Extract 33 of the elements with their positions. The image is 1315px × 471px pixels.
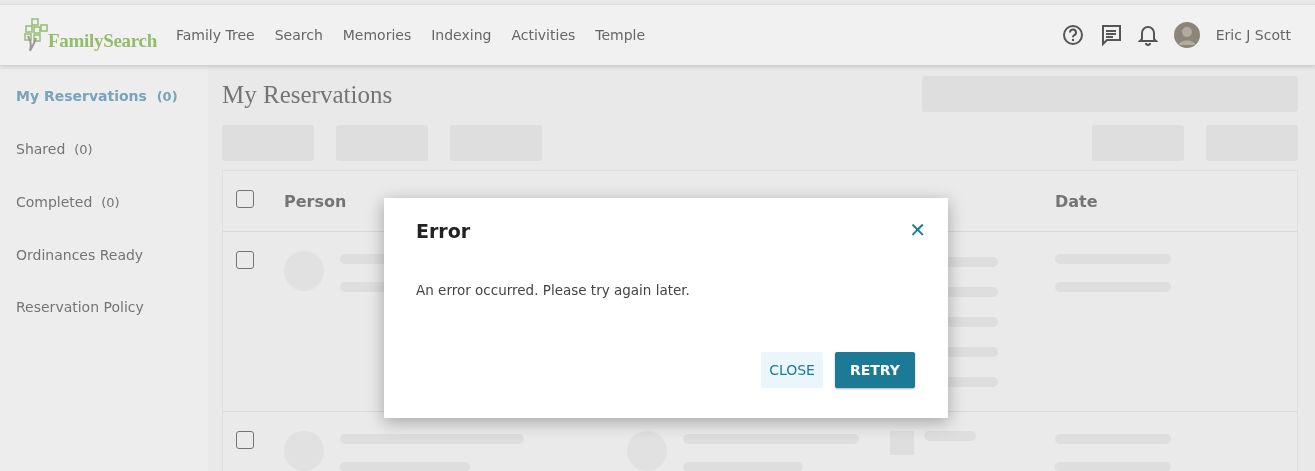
placeholder-bar: [946, 377, 998, 387]
avatar-icon[interactable]: [1173, 22, 1200, 48]
close-button[interactable]: CLOSE: [761, 352, 823, 388]
retry-button[interactable]: RETRY: [834, 352, 915, 388]
sidebar-item[interactable]: Reservation Policy: [0, 298, 208, 316]
close-button[interactable]: ✕: [907, 218, 928, 242]
placeholder-bar: [946, 347, 998, 357]
placeholder-bar: [946, 287, 998, 297]
checkbox[interactable]: [236, 431, 254, 449]
column-header[interactable]: Date: [1055, 191, 1098, 211]
column-header[interactable]: Person: [284, 191, 347, 211]
checkbox[interactable]: [236, 190, 254, 208]
bell-icon[interactable]: [1137, 24, 1158, 46]
chat-icon[interactable]: [1099, 24, 1122, 46]
user-name[interactable]: Eric J Scott: [1215, 27, 1291, 43]
checkbox[interactable]: [236, 251, 254, 269]
logo-text: FamilySearch: [48, 30, 157, 52]
nav-link[interactable]: Family Tree: [176, 27, 255, 43]
nav-link[interactable]: Temple: [595, 27, 646, 43]
sidebar-item[interactable]: Completed (0): [0, 193, 208, 212]
tree-logo-icon: [24, 18, 48, 52]
nav-link[interactable]: Search: [274, 27, 323, 43]
error-message: An error occurred. Please try again later.: [416, 282, 691, 298]
nav-link[interactable]: Memories: [342, 27, 412, 43]
sidebar-item[interactable]: Ordinances Ready: [0, 246, 208, 264]
placeholder-bar: [946, 257, 998, 267]
page-title: My Reservations: [222, 81, 393, 109]
nav-link[interactable]: Indexing: [431, 27, 492, 43]
dialog-title: Error: [416, 220, 471, 242]
help-icon[interactable]: [1061, 24, 1084, 46]
placeholder-bar: [946, 317, 998, 327]
nav-link[interactable]: Activities: [511, 27, 576, 43]
sidebar-item[interactable]: Shared (0): [0, 140, 208, 159]
